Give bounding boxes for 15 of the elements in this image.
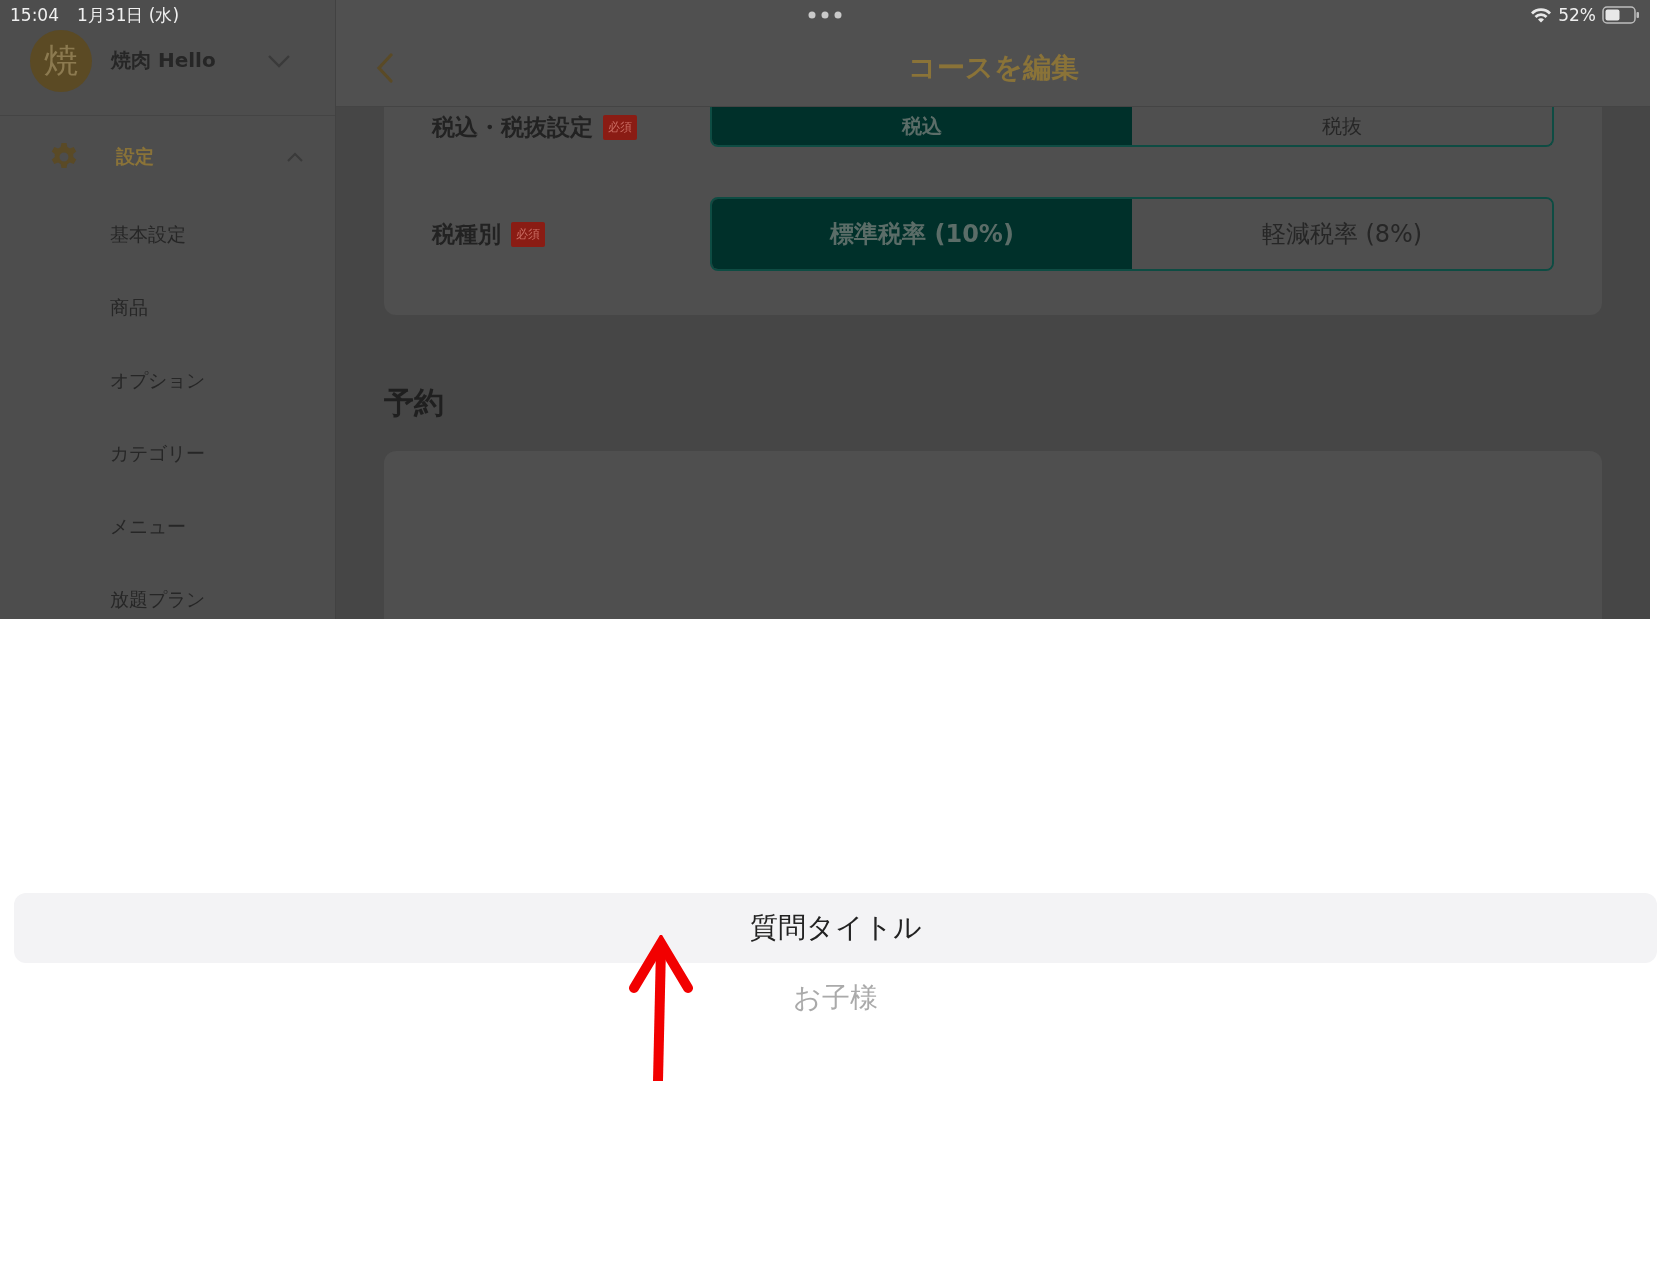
wifi-icon <box>1530 7 1553 23</box>
required-badge: 必須 <box>511 221 545 247</box>
required-badge: 必須 <box>603 114 637 140</box>
page-title: コースを編集 <box>907 50 1079 86</box>
battery-icon <box>1602 6 1640 24</box>
battery-percent: 52% <box>1558 5 1596 25</box>
segment-option[interactable]: 税込 <box>712 107 1132 145</box>
multitasking-dots-icon[interactable] <box>808 11 842 19</box>
status-date: 1月31日 (水) <box>77 3 180 27</box>
picker-option[interactable]: 質問タイトル <box>14 893 1657 963</box>
status-time: 15:04 <box>10 5 59 25</box>
segment-option[interactable]: 標準税率 (10%) <box>712 199 1132 269</box>
back-chevron-icon[interactable] <box>376 53 394 83</box>
picker-option[interactable]: お子様 <box>0 963 1671 1033</box>
settings-section[interactable]: 設定 <box>0 116 335 198</box>
